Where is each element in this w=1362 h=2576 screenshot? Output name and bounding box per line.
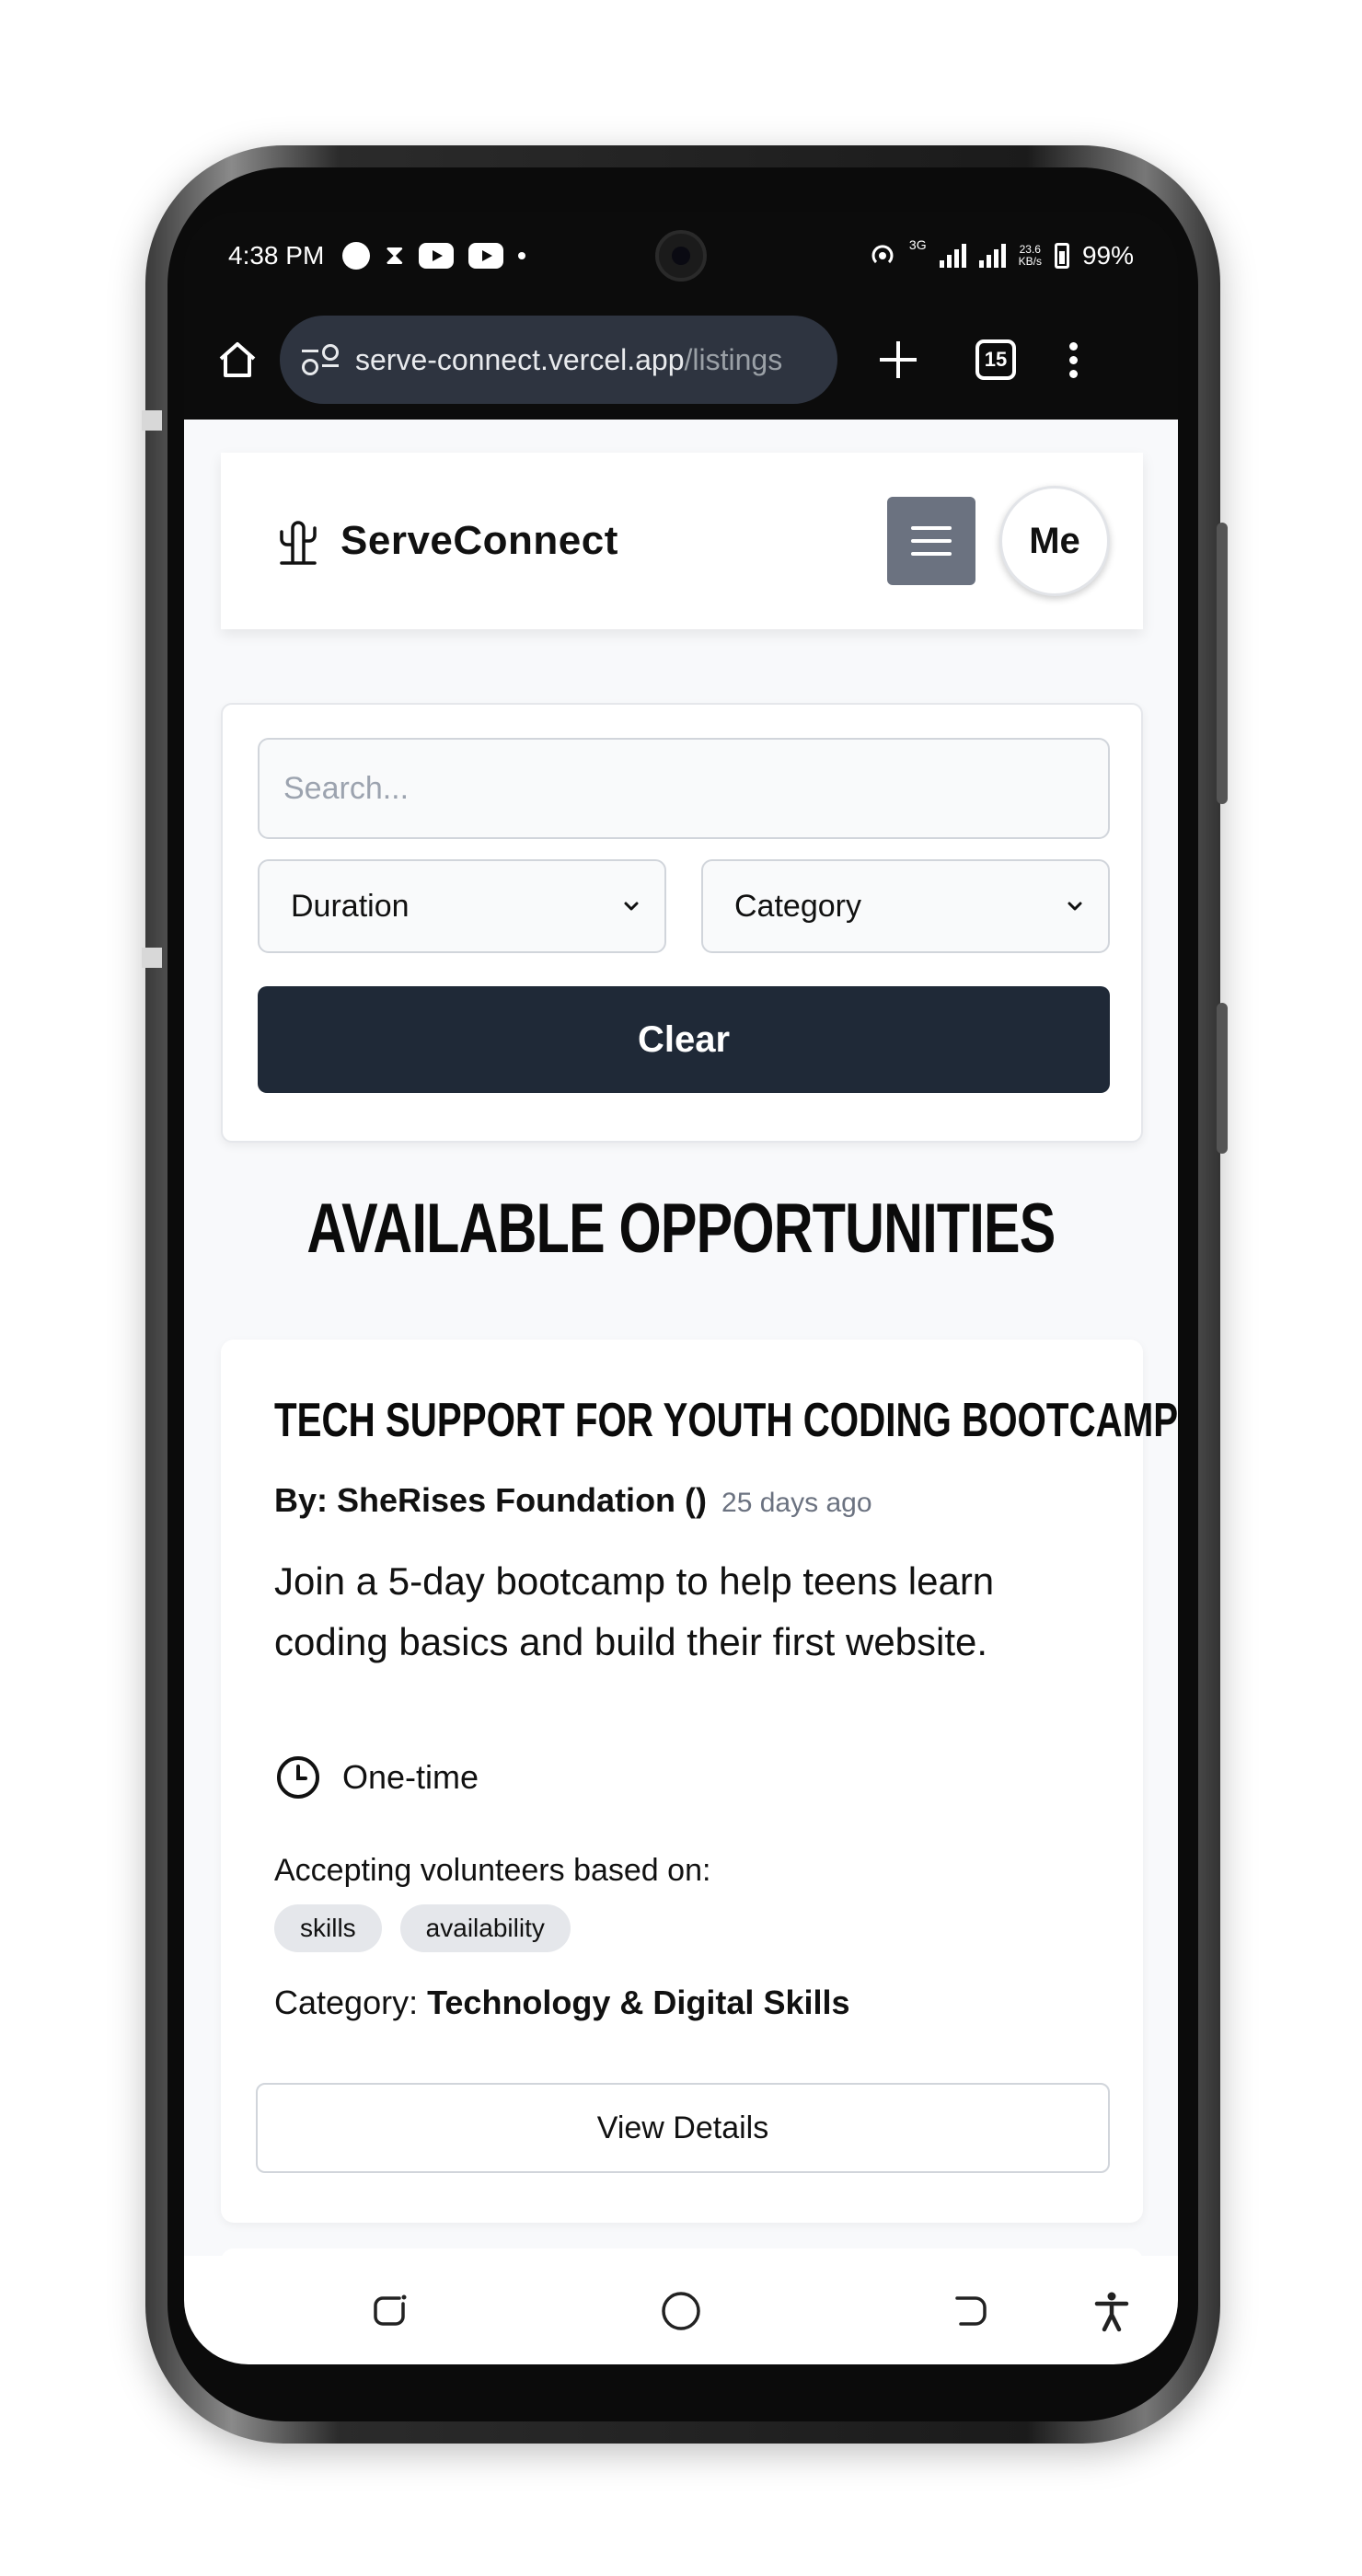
url-host: serve-connect.vercel.app [355,342,685,376]
category-select-value: Category [734,888,861,924]
section-title: AVAILABLE OPPORTUNITIES [306,1190,1056,1268]
accessibility-icon[interactable] [1090,2289,1134,2333]
hotspot-icon [871,245,894,264]
url-text: serve-connect.vercel.app/listings [355,343,782,377]
listing-title: TECH SUPPORT FOR YOUTH CODING BOOTCAMP [274,1394,1178,1447]
site-settings-icon[interactable] [302,344,339,375]
category-select[interactable]: Category [701,859,1110,953]
listing-meta: By: SheRises Foundation () 25 days ago [274,1481,872,1520]
browser-toolbar: serve-connect.vercel.app/listings 15 [184,300,1178,420]
filters-card: Duration Category Clear [221,703,1143,1143]
browser-menu-button[interactable] [1064,341,1082,378]
hamburger-icon [911,526,952,530]
brand-logo[interactable]: ServeConnect [272,515,618,567]
tag-availability: availability [399,1904,571,1952]
net-speed-unit: KB/s [1018,255,1042,268]
new-tab-button[interactable] [871,332,926,387]
criteria-tags: skills availability [274,1904,571,1952]
side-mark [142,410,162,431]
tab-switcher-button[interactable]: 15 [975,339,1016,380]
net-speed-value: 23.6 [1019,243,1041,256]
hourglass-icon: ⧗ [385,240,405,270]
notification-icons: ⧗ [342,240,526,270]
signal-icon [978,244,1006,268]
net-speed: 23.6 KB/s [1019,244,1042,268]
listing-organization: By: SheRises Foundation () [274,1481,708,1519]
brand-name: ServeConnect [340,518,618,563]
hamburger-menu-button[interactable] [887,497,975,585]
youtube-icon [468,243,504,269]
more-notifications-dot [518,252,526,259]
app-notification-icon [342,242,371,270]
front-camera [655,230,707,282]
signal-icon [939,244,966,268]
home-nav-icon[interactable] [659,2289,703,2333]
battery-percent: 99% [1081,241,1134,270]
battery-icon [1054,243,1069,269]
category-value: Technology & Digital Skills [427,1984,850,2021]
power-button [1217,1003,1228,1154]
status-right: 3G 23.6 KB/s 99% [869,237,1134,270]
avatar-button[interactable]: Me [999,486,1110,596]
system-nav-bar [184,2256,1178,2364]
listing-duration: One-time [274,1754,479,1801]
screen: 4:38 PM ⧗ 3G 23.6 KB/s 99% serve-connect… [184,212,1178,2364]
clock-icon [277,1756,319,1799]
recent-apps-icon[interactable] [368,2289,412,2333]
side-mark [142,948,162,968]
volume-button [1217,523,1228,804]
chevron-down-icon [624,902,639,911]
listing-posted-time: 25 days ago [721,1488,872,1518]
clear-filters-button[interactable]: Clear [258,986,1110,1093]
view-details-button[interactable]: View Details [256,2083,1110,2173]
duration-select-value: Duration [291,888,410,924]
back-nav-icon[interactable] [948,2289,992,2333]
status-time: 4:38 PM [228,241,325,270]
chevron-down-icon [1068,902,1082,911]
duration-select[interactable]: Duration [258,859,666,953]
search-input[interactable] [258,738,1110,839]
web-viewport: ServeConnect Me Duration Category Clea [184,420,1178,2256]
listing-duration-value: One-time [342,1758,479,1796]
address-bar[interactable]: serve-connect.vercel.app/listings [280,316,837,404]
url-path: /listings [684,342,783,376]
site-header: ServeConnect Me [221,453,1143,629]
home-icon [219,342,256,377]
cactus-icon [280,521,317,565]
tag-skills: skills [274,1904,382,1952]
youtube-icon [419,243,455,269]
listing-category: Category: Technology & Digital Skills [274,1984,850,2022]
accepting-label: Accepting volunteers based on: [274,1853,711,1888]
next-listing-card [221,2248,1143,2256]
network-type: 3G [908,237,927,252]
home-button[interactable] [210,332,265,387]
listing-description: Join a 5-day bootcamp to help teens lear… [274,1559,995,1663]
status-bar: 4:38 PM ⧗ 3G 23.6 KB/s 99% [184,212,1178,300]
category-label: Category: [274,1984,419,2021]
listing-card: TECH SUPPORT FOR YOUTH CODING BOOTCAMP B… [221,1340,1178,2223]
